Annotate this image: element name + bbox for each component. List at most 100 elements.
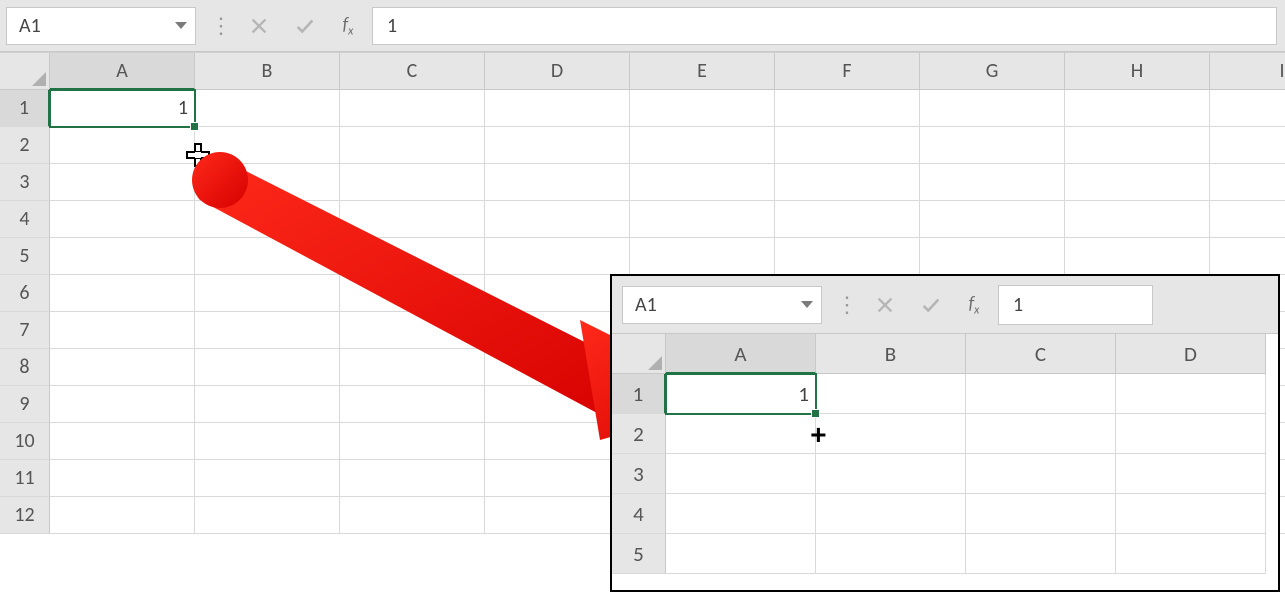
cell-I2[interactable]	[1210, 127, 1285, 164]
cell-C8[interactable]	[340, 349, 485, 386]
fx-button[interactable]: fx	[328, 13, 368, 39]
cell-H3[interactable]	[1065, 164, 1210, 201]
cell-D8[interactable]	[485, 349, 630, 386]
cell-C1[interactable]	[340, 90, 485, 127]
cell-F3[interactable]	[775, 164, 920, 201]
cell-A3[interactable]	[50, 164, 195, 201]
inset-formula-input[interactable]: 1	[998, 285, 1153, 325]
inset-column-header-C[interactable]: C	[966, 334, 1116, 374]
cell-G5[interactable]	[920, 238, 1065, 275]
column-header-A[interactable]: A	[50, 53, 195, 90]
cell-C5[interactable]	[340, 238, 485, 275]
inset-cell-D2[interactable]	[1116, 414, 1266, 454]
inset-row-header-1[interactable]: 1	[612, 374, 666, 414]
cell-B4[interactable]	[195, 201, 340, 238]
row-header-12[interactable]: 12	[0, 497, 50, 534]
cell-A5[interactable]	[50, 238, 195, 275]
inset-row-header-3[interactable]: 3	[612, 454, 666, 494]
cell-C6[interactable]	[340, 275, 485, 312]
column-header-F[interactable]: F	[775, 53, 920, 90]
inset-cell-C3[interactable]	[966, 454, 1116, 494]
cell-H4[interactable]	[1065, 201, 1210, 238]
cell-D10[interactable]	[485, 423, 630, 460]
cell-C11[interactable]	[340, 460, 485, 497]
cell-F5[interactable]	[775, 238, 920, 275]
confirm-button[interactable]	[282, 7, 328, 45]
cell-A4[interactable]	[50, 201, 195, 238]
cell-C4[interactable]	[340, 201, 485, 238]
cell-A2[interactable]	[50, 127, 195, 164]
inset-fill-handle[interactable]	[811, 409, 820, 418]
cell-A8[interactable]	[50, 349, 195, 386]
select-all-corner[interactable]	[0, 53, 50, 90]
dropdown-icon[interactable]	[801, 301, 813, 308]
cell-B11[interactable]	[195, 460, 340, 497]
cell-B5[interactable]	[195, 238, 340, 275]
inset-column-header-B[interactable]: B	[816, 334, 966, 374]
row-header-5[interactable]: 5	[0, 238, 50, 275]
cell-C7[interactable]	[340, 312, 485, 349]
inset-spreadsheet-grid[interactable]: ABCD112345	[612, 334, 1278, 574]
inset-cell-A2[interactable]	[666, 414, 816, 454]
row-header-8[interactable]: 8	[0, 349, 50, 386]
name-box[interactable]: A1	[6, 7, 196, 45]
inset-cell-D4[interactable]	[1116, 494, 1266, 534]
cell-C2[interactable]	[340, 127, 485, 164]
inset-cell-B5[interactable]	[816, 534, 966, 574]
row-header-9[interactable]: 9	[0, 386, 50, 423]
cell-D2[interactable]	[485, 127, 630, 164]
inset-cell-B4[interactable]	[816, 494, 966, 534]
cell-E3[interactable]	[630, 164, 775, 201]
inset-row-header-4[interactable]: 4	[612, 494, 666, 534]
inset-cell-D3[interactable]	[1116, 454, 1266, 494]
inset-cell-B3[interactable]	[816, 454, 966, 494]
cancel-button[interactable]	[236, 7, 282, 45]
cell-A12[interactable]	[50, 497, 195, 534]
inset-select-all-corner[interactable]	[612, 334, 666, 374]
row-header-3[interactable]: 3	[0, 164, 50, 201]
cell-B3[interactable]	[195, 164, 340, 201]
formula-input[interactable]: 1	[372, 7, 1277, 45]
cell-C10[interactable]	[340, 423, 485, 460]
cell-A6[interactable]	[50, 275, 195, 312]
cell-H1[interactable]	[1065, 90, 1210, 127]
inset-column-header-A[interactable]: A	[666, 334, 816, 374]
inset-cell-C5[interactable]	[966, 534, 1116, 574]
inset-cell-D5[interactable]	[1116, 534, 1266, 574]
inset-fx-button[interactable]: fx	[954, 292, 994, 318]
cell-B8[interactable]	[195, 349, 340, 386]
row-header-4[interactable]: 4	[0, 201, 50, 238]
cell-A9[interactable]	[50, 386, 195, 423]
cell-G2[interactable]	[920, 127, 1065, 164]
cell-D1[interactable]	[485, 90, 630, 127]
inset-cell-A1[interactable]: 1	[666, 374, 816, 414]
cell-D5[interactable]	[485, 238, 630, 275]
cell-B10[interactable]	[195, 423, 340, 460]
cell-G4[interactable]	[920, 201, 1065, 238]
column-header-E[interactable]: E	[630, 53, 775, 90]
column-header-H[interactable]: H	[1065, 53, 1210, 90]
cell-I3[interactable]	[1210, 164, 1285, 201]
inset-cell-C4[interactable]	[966, 494, 1116, 534]
cell-D3[interactable]	[485, 164, 630, 201]
inset-cell-B1[interactable]	[816, 374, 966, 414]
cell-D9[interactable]	[485, 386, 630, 423]
inset-cell-A5[interactable]	[666, 534, 816, 574]
cell-H2[interactable]	[1065, 127, 1210, 164]
inset-cell-A4[interactable]	[666, 494, 816, 534]
dropdown-icon[interactable]	[175, 22, 187, 29]
column-header-G[interactable]: G	[920, 53, 1065, 90]
cell-B2[interactable]	[195, 127, 340, 164]
cell-A1[interactable]: 1	[50, 90, 195, 127]
inset-cancel-button[interactable]	[862, 286, 908, 324]
inset-cell-D1[interactable]	[1116, 374, 1266, 414]
inset-row-header-5[interactable]: 5	[612, 534, 666, 574]
cell-H5[interactable]	[1065, 238, 1210, 275]
cell-D7[interactable]	[485, 312, 630, 349]
cell-B1[interactable]	[195, 90, 340, 127]
cell-F4[interactable]	[775, 201, 920, 238]
inset-cell-C2[interactable]	[966, 414, 1116, 454]
cell-F2[interactable]	[775, 127, 920, 164]
cell-G3[interactable]	[920, 164, 1065, 201]
cell-E1[interactable]	[630, 90, 775, 127]
